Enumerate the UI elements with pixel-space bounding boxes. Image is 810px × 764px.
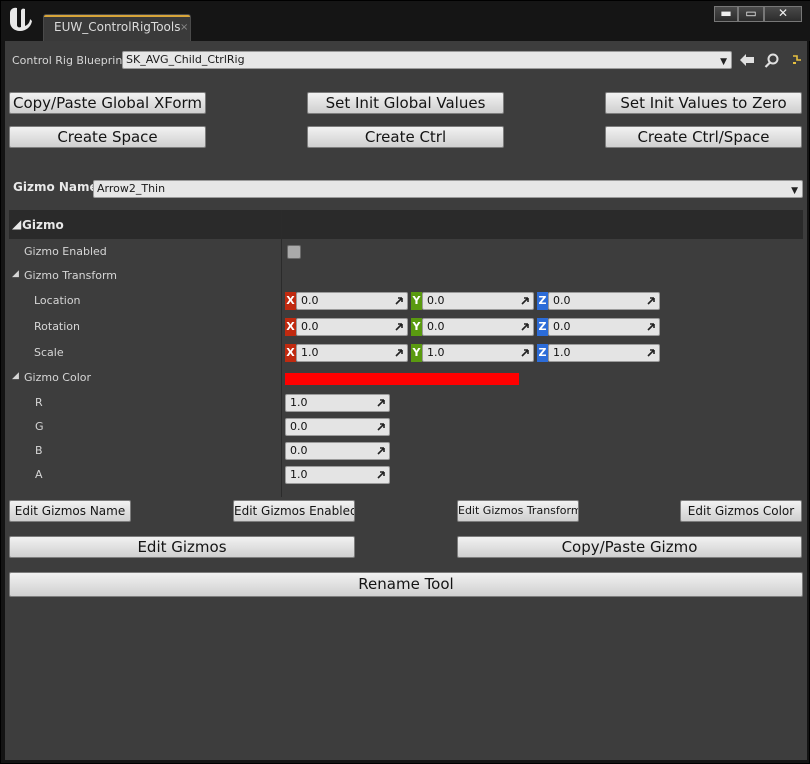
edit-gizmos-color-button[interactable]: Edit Gizmos Color (680, 500, 802, 522)
rename-tool-button[interactable]: Rename Tool (9, 572, 803, 597)
title-bar: EUW_ControlRigTools × ▬ ▭ ✕ (1, 1, 810, 41)
drag-handle-icon[interactable] (520, 322, 530, 332)
drag-handle-icon[interactable] (520, 296, 530, 306)
drag-handle-icon[interactable] (376, 422, 386, 432)
scale-y-axis: Y (411, 344, 422, 362)
scale-x-axis: X (285, 344, 296, 362)
color-b-label: B (35, 444, 43, 457)
drag-handle-icon[interactable] (376, 470, 386, 480)
drag-handle-icon[interactable] (376, 398, 386, 408)
location-z-input[interactable]: 0.0 (548, 292, 660, 310)
scale-label: Scale (34, 346, 64, 359)
unreal-logo-icon (10, 7, 32, 31)
color-b-input[interactable]: 0.0 (285, 442, 390, 460)
gizmo-enabled-label: Gizmo Enabled (24, 245, 107, 258)
tab-label: EUW_ControlRigTools (54, 20, 181, 34)
close-window-button[interactable]: ✕ (764, 6, 802, 22)
scale-x-input[interactable]: 1.0 (296, 344, 408, 362)
magnifier-icon[interactable] (764, 53, 780, 69)
edit-gizmos-enabled-button[interactable]: Edit Gizmos Enabled (233, 500, 355, 522)
copy-paste-gizmo-button[interactable]: Copy/Paste Gizmo (457, 536, 802, 558)
blueprint-dropdown[interactable]: SK_AVG_Child_CtrlRig ▼ (122, 51, 732, 69)
gizmo-color-label: Gizmo Color (24, 371, 92, 384)
gizmo-transform-label: Gizmo Transform (24, 269, 118, 282)
gizmo-name-dropdown[interactable]: Arrow2_Thin ▼ (93, 180, 803, 198)
drag-handle-icon[interactable] (646, 322, 656, 332)
tab-active-indicator (44, 15, 190, 17)
color-g-input[interactable]: 0.0 (285, 418, 390, 436)
color-g-label: G (35, 420, 44, 433)
widget-content: Control Rig Blueprint SK_AVG_Child_CtrlR… (5, 41, 807, 760)
tab-close-icon[interactable]: × (180, 22, 188, 33)
rotation-z-input[interactable]: 0.0 (548, 318, 660, 336)
drag-handle-icon[interactable] (394, 348, 404, 358)
expand-arrow-icon[interactable]: ◢ (12, 269, 19, 279)
rotation-x-input[interactable]: 0.0 (296, 318, 408, 336)
scale-y-input[interactable]: 1.0 (422, 344, 534, 362)
editor-window: EUW_ControlRigTools × ▬ ▭ ✕ Control Rig … (0, 0, 810, 764)
drag-handle-icon[interactable] (376, 446, 386, 456)
drag-handle-icon[interactable] (520, 348, 530, 358)
create-ctrl-button[interactable]: Create Ctrl (307, 126, 504, 148)
arrow-left-icon[interactable] (739, 53, 755, 67)
location-label: Location (34, 294, 81, 307)
rotation-x-axis: X (285, 318, 296, 336)
edit-gizmos-name-button[interactable]: Edit Gizmos Name (9, 500, 131, 522)
set-init-values-zero-button[interactable]: Set Init Values to Zero (605, 92, 802, 114)
location-z-axis: Z (537, 292, 548, 310)
gizmo-enabled-checkbox[interactable] (287, 245, 301, 259)
color-r-input[interactable]: 1.0 (285, 394, 390, 412)
color-a-input[interactable]: 1.0 (285, 466, 390, 484)
location-x-input[interactable]: 0.0 (296, 292, 408, 310)
drag-handle-icon[interactable] (646, 348, 656, 358)
color-a-label: A (35, 468, 43, 481)
location-x-axis: X (285, 292, 296, 310)
column-splitter[interactable] (281, 210, 282, 497)
gizmo-color-swatch[interactable] (285, 373, 519, 385)
details-panel: ◢ Gizmo Gizmo Enabled ◢ Gizmo Transform … (9, 210, 803, 497)
gizmo-category-header[interactable]: ◢ Gizmo (9, 210, 803, 239)
create-ctrl-space-button[interactable]: Create Ctrl/Space (605, 126, 802, 148)
set-init-global-values-button[interactable]: Set Init Global Values (307, 92, 504, 114)
expand-arrow-icon[interactable]: ◢ (12, 217, 21, 231)
blueprint-value: SK_AVG_Child_CtrlRig (126, 53, 245, 66)
drag-handle-icon[interactable] (394, 296, 404, 306)
edit-gizmos-transform-button[interactable]: Edit Gizmos Transform (457, 500, 579, 522)
gizmo-name-value: Arrow2_Thin (97, 182, 166, 195)
use-selected-icon[interactable] (792, 55, 802, 65)
rotation-z-axis: Z (537, 318, 548, 336)
expand-arrow-icon[interactable]: ◢ (12, 371, 19, 381)
rotation-y-axis: Y (411, 318, 422, 336)
tab-control-rig-tools[interactable]: EUW_ControlRigTools × (43, 14, 191, 41)
chevron-down-icon: ▼ (791, 186, 798, 196)
color-r-label: R (35, 396, 43, 409)
drag-handle-icon[interactable] (646, 296, 656, 306)
chevron-down-icon: ▼ (720, 57, 727, 67)
edit-gizmos-button[interactable]: Edit Gizmos (9, 536, 355, 558)
scale-z-input[interactable]: 1.0 (548, 344, 660, 362)
rotation-y-input[interactable]: 0.0 (422, 318, 534, 336)
scale-z-axis: Z (537, 344, 548, 362)
gizmo-name-label: Gizmo Name (13, 180, 98, 194)
location-y-axis: Y (411, 292, 422, 310)
location-y-input[interactable]: 0.0 (422, 292, 534, 310)
maximize-button[interactable]: ▭ (738, 6, 764, 22)
category-title: Gizmo (22, 218, 64, 232)
blueprint-label: Control Rig Blueprint (12, 54, 127, 67)
create-space-button[interactable]: Create Space (9, 126, 206, 148)
copy-paste-global-xform-button[interactable]: Copy/Paste Global XForm (9, 92, 206, 114)
minimize-button[interactable]: ▬ (714, 6, 738, 22)
rotation-label: Rotation (34, 320, 81, 333)
drag-handle-icon[interactable] (394, 322, 404, 332)
